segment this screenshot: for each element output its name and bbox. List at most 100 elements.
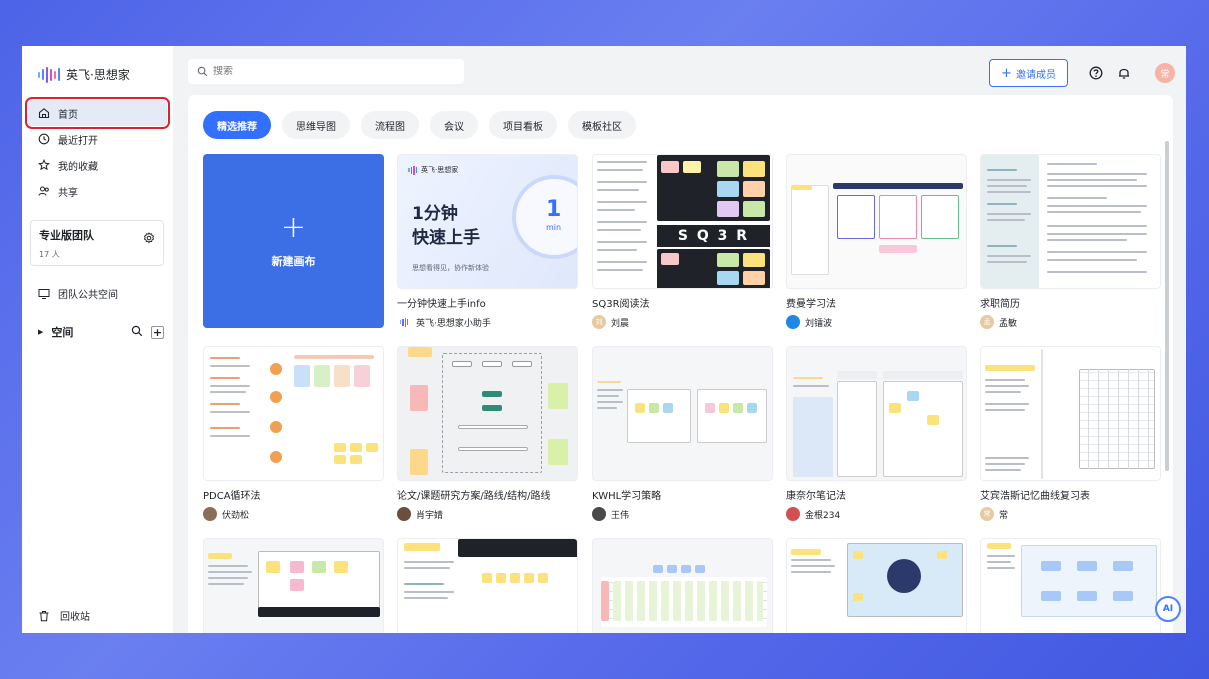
- brand-logo[interactable]: 英飞·思想家: [38, 66, 130, 83]
- author-name: 刘镭波: [805, 318, 833, 329]
- template-thumbnail: [592, 346, 773, 481]
- template-title: 一分钟快速上手info: [397, 299, 486, 310]
- template-card[interactable]: 英飞·思想家 1分钟 快速上手 思想看得见，协作新体验 1 min 一分钟快速上…: [397, 154, 578, 329]
- team-member-count: 17 人: [39, 250, 60, 259]
- quickstart-headline-1: 1分钟: [412, 204, 458, 224]
- search-icon[interactable]: [131, 325, 143, 340]
- template-card[interactable]: 论文/课题研究方案/路线/结构/路线 肖宇婧: [397, 346, 578, 521]
- tab-meeting[interactable]: 会议: [430, 111, 478, 139]
- bell-icon[interactable]: [1117, 65, 1131, 84]
- template-author: 刘镭波: [786, 315, 967, 329]
- gear-icon[interactable]: [143, 229, 155, 248]
- sidebar-nav: 首页 最近打开 我的收藏 共享: [25, 97, 170, 204]
- template-title: 费曼学习法: [786, 299, 836, 310]
- template-thumbnail: [980, 346, 1161, 481]
- clock-icon: [38, 133, 50, 145]
- clock-graphic: 1 min: [512, 175, 577, 259]
- author-name: 孟敏: [999, 318, 1018, 329]
- template-title: 求职简历: [980, 299, 1020, 310]
- tab-template-community[interactable]: 模板社区: [568, 111, 636, 139]
- template-title: 艾宾浩斯记忆曲线复习表: [980, 491, 1090, 502]
- sidebar-item-label: 团队公共空间: [58, 290, 118, 301]
- template-card[interactable]: [203, 538, 384, 633]
- tab-featured[interactable]: 精选推荐: [203, 111, 271, 139]
- content-panel: 精选推荐 思维导图 流程图 会议 项目看板 模板社区 + 新建画布 英飞·思想家…: [188, 95, 1173, 633]
- template-author: 英飞·思想家小助手: [397, 315, 578, 329]
- template-card[interactable]: S Q 3 R SQ3R阅读法 刘 刘晨: [592, 154, 773, 329]
- template-title: KWHL学习策略: [592, 491, 662, 502]
- template-author: 金根234: [786, 507, 967, 521]
- help-icon[interactable]: [1089, 65, 1103, 84]
- invite-members-button[interactable]: + 邀请成员: [989, 59, 1068, 87]
- template-card[interactable]: [980, 538, 1161, 633]
- template-card[interactable]: [397, 538, 578, 633]
- new-canvas-button[interactable]: + 新建画布: [203, 154, 384, 328]
- template-card[interactable]: PDCA循环法 伏劲松: [203, 346, 384, 521]
- logo-icon: [408, 165, 417, 175]
- scrollbar[interactable]: [1165, 141, 1169, 471]
- template-card[interactable]: KWHL学习策略 王伟: [592, 346, 773, 521]
- author-avatar: 孟: [980, 315, 994, 329]
- template-title: SQ3R阅读法: [592, 299, 650, 310]
- template-card[interactable]: [786, 538, 967, 633]
- author-avatar: [203, 507, 217, 521]
- tab-project-board[interactable]: 项目看板: [489, 111, 557, 139]
- trash-icon: [38, 610, 50, 622]
- sidebar-item-favorites[interactable]: 我的收藏: [28, 152, 167, 178]
- tab-mindmap[interactable]: 思维导图: [282, 111, 350, 139]
- template-card[interactable]: 求职简历 孟 孟敏: [980, 154, 1161, 329]
- template-card[interactable]: [592, 538, 773, 633]
- template-thumbnail: [397, 538, 578, 633]
- quickstart-brand: 英飞·思想家: [421, 166, 459, 174]
- template-card[interactable]: 康奈尔笔记法 金根234: [786, 346, 967, 521]
- template-thumbnail: [786, 346, 967, 481]
- sidebar-item-label: 最近打开: [58, 135, 98, 147]
- app-window: 英飞·思想家 首页 最近打开 我的收藏 共享 专业版团队 17 人 团队公共空间…: [22, 46, 1186, 633]
- template-title: 论文/课题研究方案/路线/结构/路线: [397, 491, 551, 502]
- caret-right-icon[interactable]: ▶: [38, 328, 43, 336]
- template-thumbnail: [786, 538, 967, 633]
- template-thumbnail: [980, 154, 1161, 289]
- quickstart-headline-2: 快速上手: [412, 228, 480, 248]
- template-thumbnail: 英飞·思想家 1分钟 快速上手 思想看得见，协作新体验 1 min: [397, 154, 578, 289]
- ai-assistant-button[interactable]: AI: [1155, 596, 1181, 622]
- sidebar-item-label: 我的收藏: [58, 161, 98, 173]
- sidebar-item-public-space[interactable]: 团队公共空间: [38, 286, 118, 301]
- sidebar-item-shared[interactable]: 共享: [28, 178, 167, 204]
- author-avatar: [786, 315, 800, 329]
- template-author: 常 常: [980, 507, 1161, 521]
- invite-label: 邀请成员: [1015, 69, 1056, 81]
- team-card[interactable]: 专业版团队 17 人: [30, 220, 164, 266]
- search-input[interactable]: [213, 66, 433, 77]
- home-icon: [38, 107, 50, 119]
- author-name: 常: [999, 510, 1009, 521]
- template-thumbnail: [786, 154, 967, 289]
- sidebar-item-home[interactable]: 首页: [25, 97, 170, 129]
- sidebar-item-recent[interactable]: 最近打开: [28, 126, 167, 152]
- template-thumbnail: [397, 346, 578, 481]
- clock-number: 1: [546, 197, 562, 222]
- template-title: 康奈尔笔记法: [786, 491, 846, 502]
- tab-flowchart[interactable]: 流程图: [361, 111, 419, 139]
- sq3r-banner: S Q 3 R: [657, 225, 770, 247]
- sidebar-item-label: 回收站: [60, 612, 90, 623]
- search-icon: [197, 62, 208, 81]
- space-label[interactable]: 空间: [51, 324, 73, 340]
- template-card[interactable]: 艾宾浩斯记忆曲线复习表 常 常: [980, 346, 1161, 521]
- template-card[interactable]: 费曼学习法 刘镭波: [786, 154, 967, 329]
- quickstart-tagline: 思想看得见，协作新体验: [412, 264, 489, 272]
- add-space-button[interactable]: +: [151, 325, 164, 339]
- app-name: 英飞·思想家: [66, 68, 130, 82]
- user-avatar[interactable]: 常: [1155, 63, 1175, 83]
- author-avatar: 常: [980, 507, 994, 521]
- search-box[interactable]: [188, 59, 464, 84]
- sidebar-item-label: 首页: [58, 109, 78, 121]
- monitor-icon: [38, 288, 50, 300]
- author-name: 英飞·思想家小助手: [416, 318, 491, 329]
- sidebar: 英飞·思想家 首页 最近打开 我的收藏 共享 专业版团队 17 人 团队公共空间…: [22, 46, 173, 633]
- template-author: 刘 刘晨: [592, 315, 773, 329]
- new-canvas-label: 新建画布: [271, 255, 316, 268]
- author-name: 金根234: [805, 510, 841, 521]
- sidebar-item-trash[interactable]: 回收站: [38, 608, 90, 623]
- main-area: + 邀请成员 常 精选推荐 思维导图 流程图 会议 项目看板 模板社区 +: [173, 46, 1186, 633]
